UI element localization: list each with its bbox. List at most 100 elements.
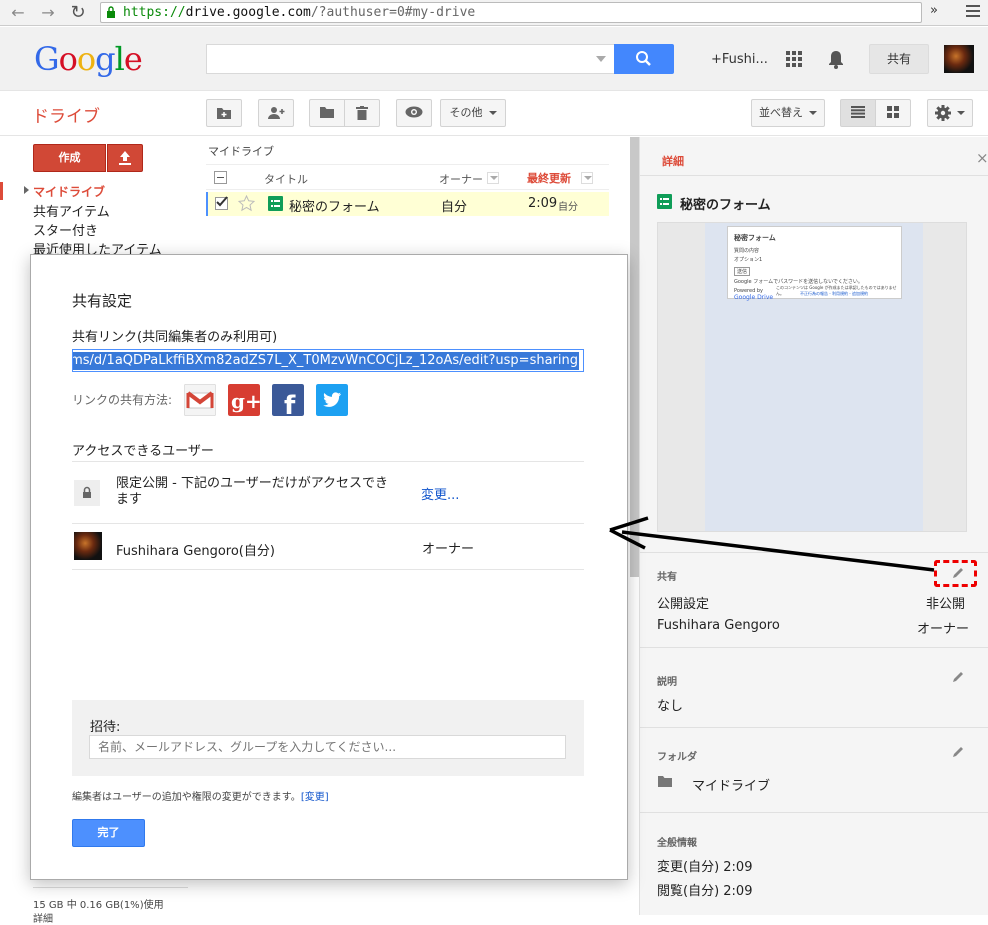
preview-option: オプション1 bbox=[734, 257, 763, 263]
new-folder-button[interactable] bbox=[206, 99, 242, 127]
storage-usage: 15 GB 中 0.16 GB(1%)使用 bbox=[33, 900, 164, 911]
table-row[interactable]: 秘密のフォーム 自分 2:09 自分 bbox=[206, 192, 609, 216]
dialog-title: 共有設定 bbox=[72, 292, 133, 310]
preview-button[interactable] bbox=[396, 99, 432, 127]
extensions-button[interactable]: » bbox=[930, 3, 938, 18]
file-title[interactable]: 秘密のフォーム bbox=[289, 196, 380, 215]
apps-grid-icon[interactable] bbox=[786, 51, 802, 67]
divider bbox=[72, 569, 584, 570]
sort-label: 並べ替え bbox=[759, 106, 803, 119]
owner-role: オーナー bbox=[917, 622, 970, 637]
upload-button[interactable] bbox=[107, 144, 143, 172]
address-bar[interactable]: https://drive.google.com/?authuser=0#my-… bbox=[100, 2, 922, 23]
change-permission-link[interactable]: 変更... bbox=[421, 484, 459, 503]
visibility-label: 公開設定 bbox=[657, 597, 710, 612]
modified-sort-button[interactable] bbox=[581, 172, 593, 184]
preview-background: 秘密フォーム 質問の内容 オプション1 送信 Google フォームでパスワード… bbox=[705, 223, 923, 531]
close-icon[interactable]: × bbox=[976, 149, 988, 167]
file-modified-by: 自分 bbox=[558, 202, 578, 213]
search-input[interactable] bbox=[206, 44, 614, 74]
checkmark-icon bbox=[216, 196, 228, 207]
owner-user-name: Fushihara Gengoro(自分) bbox=[116, 544, 275, 559]
add-person-icon bbox=[268, 107, 285, 119]
sidebar-item-starred[interactable]: スター付き bbox=[33, 220, 98, 239]
search-options-icon[interactable] bbox=[596, 56, 606, 62]
lock-icon bbox=[107, 6, 115, 18]
svg-text:f: f bbox=[284, 391, 296, 416]
column-title[interactable]: タイトル bbox=[264, 171, 308, 187]
owner-name: Fushihara Gengoro bbox=[657, 618, 780, 633]
scrollbar[interactable] bbox=[630, 137, 639, 577]
nav-active-marker bbox=[0, 182, 3, 200]
grid-view-icon bbox=[887, 106, 899, 118]
list-view-icon bbox=[851, 106, 865, 118]
more-actions-button[interactable]: その他 bbox=[440, 99, 506, 127]
drive-toolbar: ドライブ その他 並べ替え bbox=[0, 92, 988, 136]
url-scheme: https:// bbox=[123, 5, 186, 20]
google-plus-icon[interactable]: g+ bbox=[228, 384, 260, 416]
settings-button[interactable] bbox=[927, 99, 973, 127]
search-button[interactable] bbox=[614, 44, 674, 74]
editor-note-change-link[interactable]: [変更] bbox=[301, 792, 329, 803]
visibility-value: 非公開 bbox=[926, 597, 966, 612]
file-owner: 自分 bbox=[441, 200, 468, 215]
breadcrumb[interactable]: マイドライブ bbox=[208, 143, 274, 159]
sort-button[interactable]: 並べ替え bbox=[751, 99, 825, 127]
user-name-link[interactable]: +Fushi... bbox=[711, 52, 768, 67]
column-owner[interactable]: オーナー bbox=[439, 171, 483, 187]
owner-sort-button[interactable] bbox=[487, 172, 499, 184]
divider bbox=[640, 727, 988, 728]
divider bbox=[640, 175, 988, 176]
move-to-folder-button[interactable] bbox=[309, 99, 345, 127]
browser-menu-icon[interactable] bbox=[966, 5, 980, 19]
forward-icon[interactable]: → bbox=[38, 3, 58, 23]
storage-more-link[interactable]: 詳細 bbox=[33, 910, 53, 925]
sidebar-item-shared[interactable]: 共有アイテム bbox=[33, 201, 110, 220]
twitter-icon[interactable] bbox=[316, 384, 348, 416]
eye-icon bbox=[405, 106, 423, 118]
create-button[interactable]: 作成 bbox=[33, 144, 106, 172]
account-avatar[interactable] bbox=[944, 45, 974, 73]
browser-toolbar: ← → ↻ https://drive.google.com/?authuser… bbox=[0, 0, 988, 26]
details-header: 詳細 bbox=[662, 155, 684, 168]
edit-description-pencil-icon[interactable] bbox=[952, 671, 964, 683]
select-all-checkbox[interactable] bbox=[214, 171, 227, 184]
editor-note-text: 編集者はユーザーの追加や権限の変更ができます。 bbox=[72, 792, 301, 803]
share-link-label: 共有リンク(共同編集者のみ利用可) bbox=[72, 330, 278, 345]
preview-submit: 送信 bbox=[734, 267, 751, 276]
gear-icon bbox=[935, 105, 951, 121]
done-button[interactable]: 完了 bbox=[72, 819, 145, 847]
notifications-bell-icon[interactable] bbox=[827, 49, 845, 69]
chevron-down-icon bbox=[488, 111, 497, 115]
share-button-top[interactable]: 共有 bbox=[869, 44, 929, 74]
url-host: drive.google.com bbox=[185, 5, 311, 20]
invite-input[interactable] bbox=[89, 735, 566, 759]
back-icon[interactable]: ← bbox=[8, 3, 28, 23]
new-folder-icon bbox=[217, 108, 231, 119]
preview-note: Google フォームでパスワードを送信しないでください。 bbox=[734, 279, 863, 285]
reload-icon[interactable]: ↻ bbox=[68, 3, 88, 23]
search-icon bbox=[636, 51, 651, 66]
delete-button[interactable] bbox=[344, 99, 380, 127]
sidebar-item-my-drive[interactable]: マイドライブ bbox=[33, 183, 105, 200]
forms-file-icon bbox=[268, 196, 283, 211]
drive-title[interactable]: ドライブ bbox=[32, 102, 100, 127]
grid-view-button[interactable] bbox=[875, 99, 911, 127]
gmail-icon[interactable] bbox=[184, 384, 216, 416]
row-checkbox[interactable] bbox=[215, 196, 228, 210]
facebook-icon[interactable]: f bbox=[272, 384, 304, 416]
divider bbox=[640, 647, 988, 648]
caret-right-icon bbox=[24, 186, 29, 194]
invite-section: 招待: bbox=[72, 700, 584, 776]
google-logo[interactable]: Google bbox=[34, 40, 143, 78]
column-modified[interactable]: 最終更新 bbox=[527, 170, 571, 186]
file-preview-thumbnail[interactable]: 秘密フォーム 質問の内容 オプション1 送信 Google フォームでパスワード… bbox=[657, 222, 967, 532]
list-view-button[interactable] bbox=[840, 99, 876, 127]
share-add-person-button[interactable] bbox=[258, 99, 294, 127]
share-link-field[interactable]: https://docs.google.com/forms/d/1aQDPaLk… bbox=[72, 349, 584, 372]
edit-folder-pencil-icon[interactable] bbox=[952, 746, 964, 758]
star-icon[interactable] bbox=[238, 195, 255, 212]
upload-icon bbox=[119, 151, 131, 165]
folder-value[interactable]: マイドライブ bbox=[692, 775, 770, 794]
chevron-down-icon bbox=[957, 111, 965, 115]
